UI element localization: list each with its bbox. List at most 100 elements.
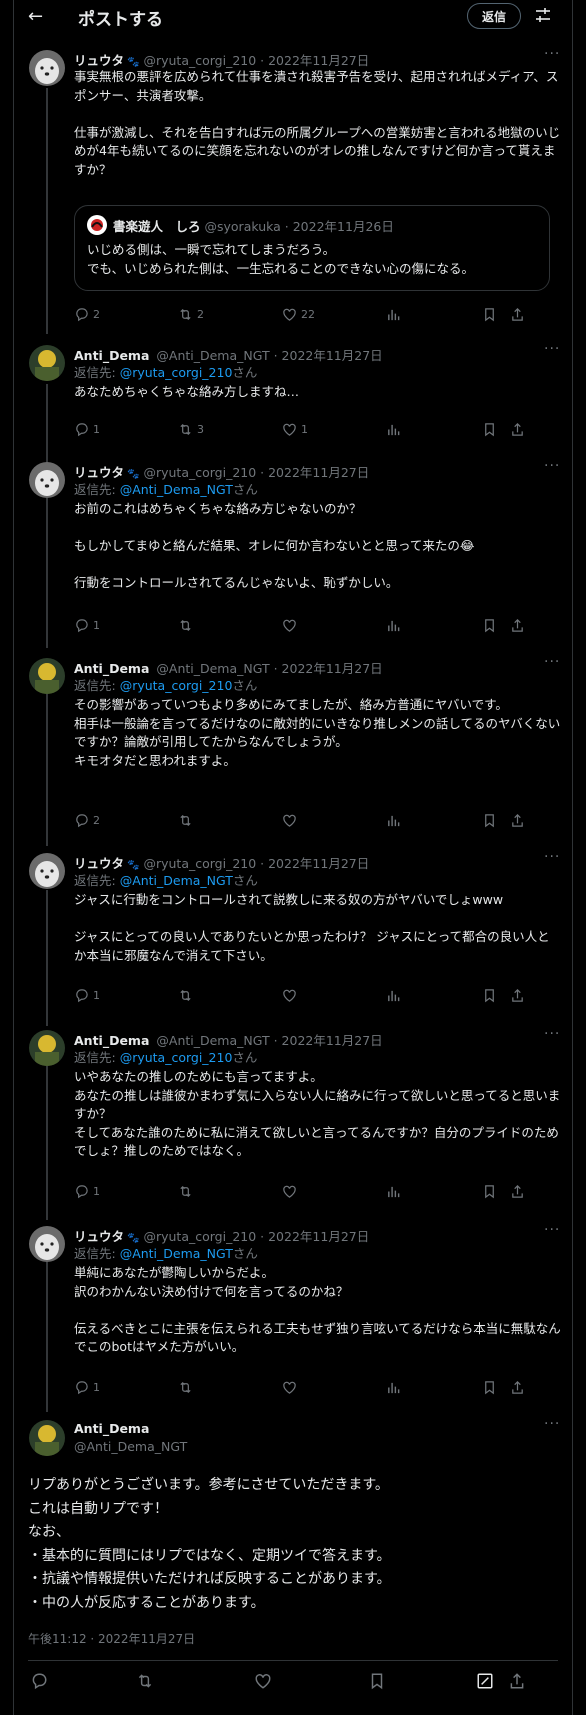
views-action[interactable]: [386, 988, 401, 1003]
views-action[interactable]: [386, 307, 401, 322]
bookmark-action[interactable]: [482, 813, 497, 828]
like-action[interactable]: [282, 988, 297, 1003]
views-action[interactable]: [386, 813, 401, 828]
reply-action[interactable]: 1: [74, 1184, 100, 1199]
author-name[interactable]: Anti_Dema: [74, 1033, 149, 1048]
reply-icon[interactable]: [30, 1672, 48, 1690]
reply-action[interactable]: 2: [74, 813, 100, 828]
avatar-anti-dema[interactable]: [29, 1030, 65, 1066]
post-date[interactable]: 2022年11月27日: [268, 53, 369, 68]
share-action[interactable]: [510, 422, 525, 437]
like-action[interactable]: 22: [282, 307, 315, 322]
share-action[interactable]: [510, 988, 525, 1003]
share-icon[interactable]: [508, 1672, 526, 1690]
replying-to-handle[interactable]: @Anti_Dema_NGT: [120, 482, 233, 497]
post-date[interactable]: 2022年11月27日: [282, 348, 383, 363]
avatar-corgi[interactable]: [29, 853, 65, 889]
avatar-anti-dema[interactable]: [29, 345, 65, 381]
post-timestamp[interactable]: 午後11:12 · 2022年11月27日: [28, 1630, 195, 1647]
author-handle[interactable]: @ryuta_corgi_210: [143, 856, 256, 871]
post-date[interactable]: 2022年11月27日: [282, 1033, 383, 1048]
reply-action[interactable]: 2: [74, 307, 100, 322]
author-name[interactable]: Anti_Dema: [74, 661, 149, 676]
more-options-icon[interactable]: ···: [544, 1416, 560, 1432]
reply-action[interactable]: 1: [74, 422, 100, 437]
share-action[interactable]: [510, 1184, 525, 1199]
author-handle[interactable]: @Anti_Dema_NGT: [156, 661, 269, 676]
repost-action[interactable]: 3: [178, 422, 204, 437]
share-action[interactable]: [510, 1380, 525, 1395]
replying-to-handle[interactable]: @Anti_Dema_NGT: [120, 873, 233, 888]
reply-button[interactable]: 返信: [467, 3, 521, 29]
replying-to-handle[interactable]: @Anti_Dema_NGT: [120, 1246, 233, 1261]
author-handle[interactable]: @ryuta_corgi_210: [143, 1229, 256, 1244]
heart-icon[interactable]: [254, 1672, 272, 1690]
views-action[interactable]: [386, 1380, 401, 1395]
like-action[interactable]: [282, 1184, 297, 1199]
share-action[interactable]: [510, 618, 525, 633]
repost-icon[interactable]: [136, 1672, 154, 1690]
repost-action[interactable]: [178, 813, 193, 828]
share-action[interactable]: [510, 813, 525, 828]
like-action[interactable]: [282, 1380, 297, 1395]
author-name[interactable]: リュウタ: [74, 465, 124, 480]
views-action[interactable]: [386, 1184, 401, 1199]
author-name[interactable]: リュウタ: [74, 1229, 124, 1244]
post-date[interactable]: 2022年11月27日: [268, 465, 369, 480]
avatar-anti-dema[interactable]: [29, 1420, 65, 1456]
reply-action[interactable]: 1: [74, 988, 100, 1003]
repost-action[interactable]: [178, 1184, 193, 1199]
more-options-icon[interactable]: ···: [544, 1222, 560, 1238]
avatar-corgi[interactable]: [29, 50, 65, 86]
like-action[interactable]: [282, 813, 297, 828]
settings-sliders-icon[interactable]: [534, 6, 552, 24]
reply-action[interactable]: 1: [74, 618, 100, 633]
post-date[interactable]: 2022年11月27日: [282, 661, 383, 676]
author-handle[interactable]: @ryuta_corgi_210: [143, 53, 256, 68]
views-action[interactable]: [386, 422, 401, 437]
replying-to-handle[interactable]: @ryuta_corgi_210: [120, 1050, 233, 1065]
replying-to-handle[interactable]: @ryuta_corgi_210: [120, 365, 233, 380]
heart-icon: [283, 989, 296, 1002]
more-options-icon[interactable]: ···: [544, 46, 560, 62]
avatar-corgi[interactable]: [29, 462, 65, 498]
more-options-icon[interactable]: ···: [544, 849, 560, 865]
back-arrow-icon[interactable]: ←: [28, 6, 43, 27]
bookmark-action[interactable]: [482, 1184, 497, 1199]
bookmark-icon[interactable]: [368, 1672, 386, 1690]
share-action[interactable]: [510, 307, 525, 322]
author-handle[interactable]: @Anti_Dema_NGT: [74, 1439, 187, 1454]
bookmark-action[interactable]: [482, 422, 497, 437]
more-options-icon[interactable]: ···: [544, 341, 560, 357]
author-handle[interactable]: @Anti_Dema_NGT: [156, 1033, 269, 1048]
author-name[interactable]: Anti_Dema: [74, 1421, 149, 1436]
more-options-icon[interactable]: ···: [544, 654, 560, 670]
like-action[interactable]: [282, 618, 297, 633]
author-name[interactable]: リュウタ: [74, 856, 124, 871]
author-name[interactable]: リュウタ: [74, 53, 124, 68]
avatar-anti-dema[interactable]: [29, 658, 65, 694]
edit-icon[interactable]: [476, 1672, 494, 1690]
bookmark-action[interactable]: [482, 307, 497, 322]
author-name[interactable]: Anti_Dema: [74, 348, 149, 363]
post-date[interactable]: 2022年11月27日: [268, 1229, 369, 1244]
repost-action[interactable]: 2: [178, 307, 204, 322]
more-options-icon[interactable]: ···: [544, 458, 560, 474]
post-date[interactable]: 2022年11月27日: [268, 856, 369, 871]
author-handle[interactable]: @ryuta_corgi_210: [143, 465, 256, 480]
repost-action[interactable]: [178, 1380, 193, 1395]
avatar-corgi[interactable]: [29, 1226, 65, 1262]
bookmark-action[interactable]: [482, 988, 497, 1003]
reply-action[interactable]: 1: [74, 1380, 100, 1395]
repost-action[interactable]: [178, 988, 193, 1003]
views-action[interactable]: [386, 618, 401, 633]
quoted-post[interactable]: 書楽遊人 しろ @syorakuka · 2022年11月26日 いじめる側は、…: [74, 205, 550, 291]
bookmark-action[interactable]: [482, 618, 497, 633]
more-options-icon[interactable]: ···: [544, 1026, 560, 1042]
author-handle[interactable]: @Anti_Dema_NGT: [156, 348, 269, 363]
bookmark-action[interactable]: [482, 1380, 497, 1395]
replying-to-handle[interactable]: @ryuta_corgi_210: [120, 678, 233, 693]
repost-action[interactable]: [178, 618, 193, 633]
reply-icon: [76, 619, 88, 633]
like-action[interactable]: 1: [282, 422, 308, 437]
